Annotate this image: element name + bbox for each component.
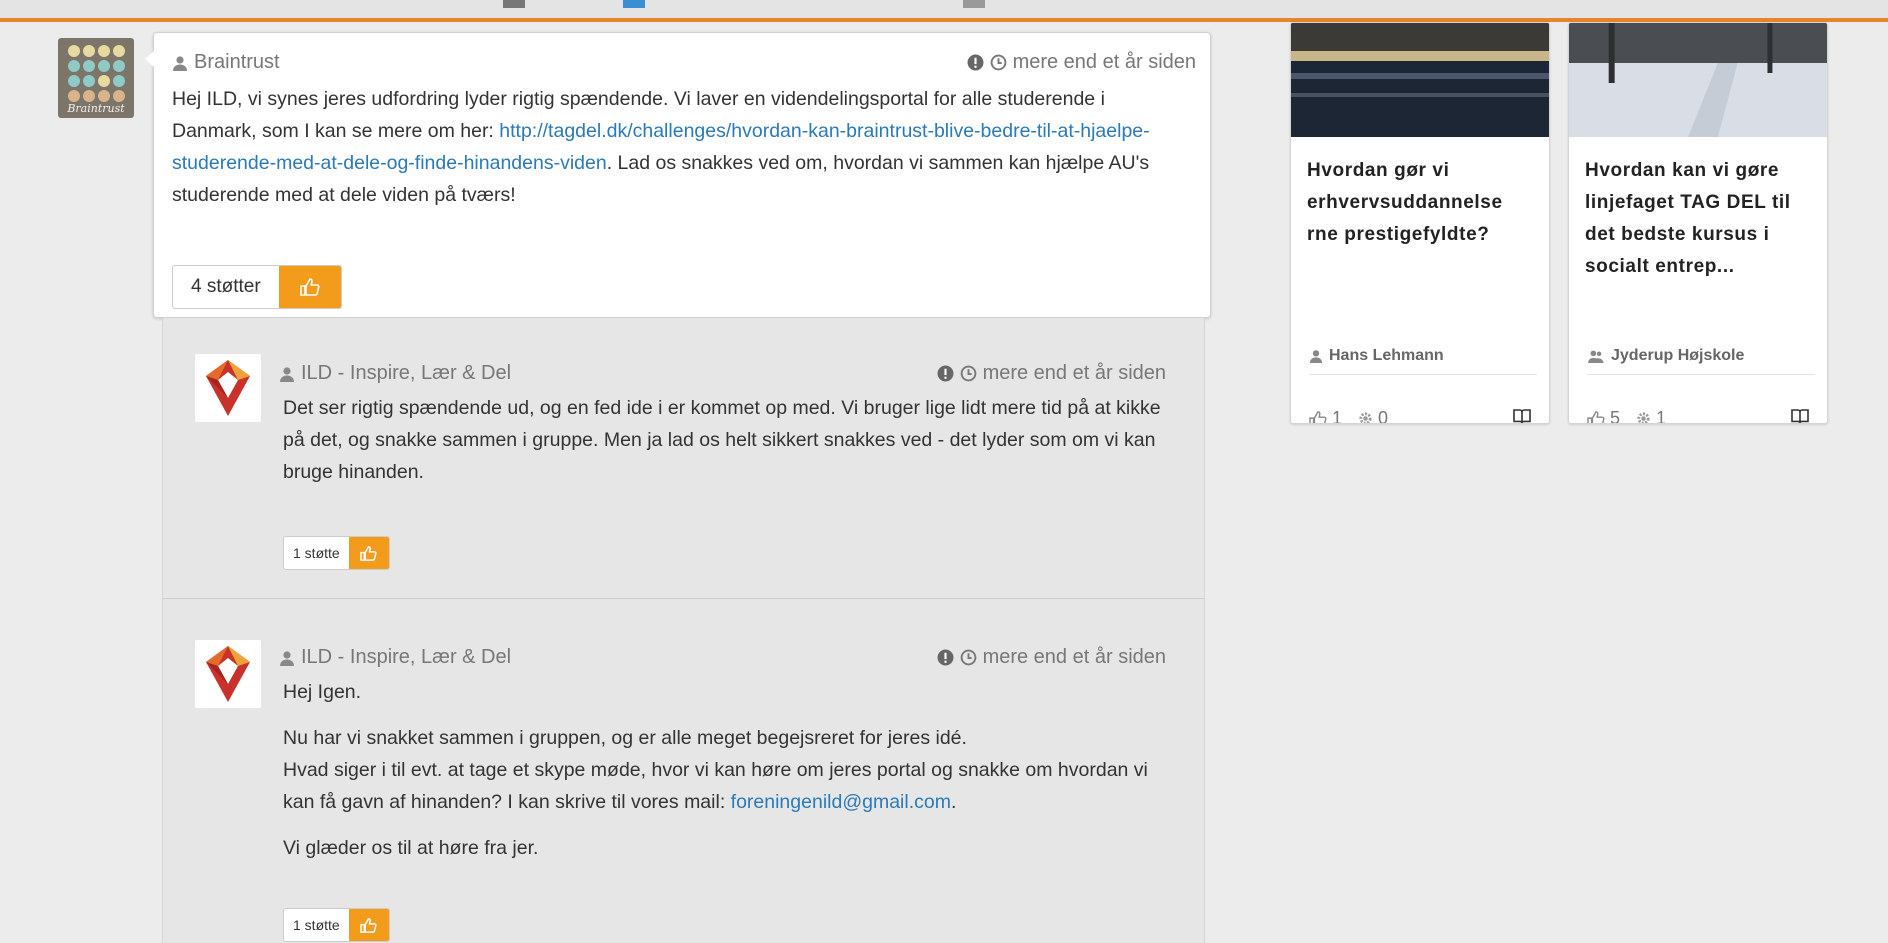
challenge-photo[interactable] [1569, 23, 1827, 137]
comment-meta: Braintrust mere end et år siden [172, 51, 1196, 74]
challenge-photo[interactable] [1291, 23, 1549, 137]
challenge-card[interactable]: Hvordan gør vi erhvervsuddannelse rne pr… [1290, 22, 1550, 424]
main-comment-card: Braintrust mere end et år siden Hej ILD,… [145, 32, 1211, 318]
reply-body: Nu har vi snakket sammen i gruppen, og e… [283, 722, 1173, 818]
avatar-text: Braintrust [67, 102, 125, 115]
thumbs-up-icon [360, 917, 377, 933]
challenge-author-row: Jyderup Højskole [1587, 345, 1815, 375]
comments-stat: 0 [1358, 408, 1389, 424]
book-icon[interactable] [1513, 408, 1531, 423]
thumbs-up-icon [299, 278, 320, 296]
clock-icon [960, 365, 977, 382]
comment-author[interactable]: Braintrust [194, 51, 280, 74]
browser-top-bar [0, 0, 1888, 22]
support-count: 4 støtter [191, 276, 261, 297]
avatar-ild[interactable] [195, 640, 261, 708]
support-count: 1 støtte [293, 917, 340, 933]
gear-icon [1359, 412, 1372, 423]
email-link[interactable]: foreningenild@gmail.com [731, 791, 951, 813]
reply-line: Nu har vi snakket sammen i gruppen, og e… [283, 727, 967, 749]
comment-body: Hej ILD, vi synes jeres udfordring lyder… [172, 83, 1192, 211]
challenge-author[interactable]: Jyderup Højskole [1611, 347, 1744, 365]
reply-author[interactable]: ILD - Inspire, Lær & Del [301, 646, 511, 669]
comment-time: mere end et år siden [1012, 51, 1196, 73]
support-count: 1 støtte [293, 545, 340, 561]
reply-meta: ILD - Inspire, Lær & Del mere end et år … [279, 362, 1166, 385]
challenge-stats: 5 1 [1587, 408, 1809, 424]
challenge-card[interactable]: Hvordan kan vi gøre linjefaget TAG DEL t… [1568, 22, 1828, 424]
toolbar-mark [503, 0, 525, 8]
alert-icon[interactable] [937, 649, 954, 666]
ild-logo-icon [206, 646, 250, 702]
avatar-dots [64, 45, 128, 102]
thumbs-up-icon [360, 545, 377, 561]
reply-time: mere end et år siden [982, 646, 1166, 668]
reply-body: Det ser rigtig spændende ud, og en fed i… [283, 397, 1161, 483]
toolbar-mark [623, 0, 645, 8]
user-icon [279, 650, 295, 666]
support-button[interactable] [278, 266, 341, 308]
reply-text: . [950, 791, 957, 813]
user-icon [279, 366, 295, 382]
comments-count: 1 [1656, 408, 1667, 424]
challenge-stats: 1 0 [1309, 408, 1531, 424]
support-widget: 4 støtter [172, 265, 342, 309]
user-icon [172, 55, 188, 71]
gear-icon [1637, 412, 1650, 423]
likes-stat: 5 [1587, 408, 1621, 424]
ild-logo-icon [206, 360, 250, 416]
group-icon [1588, 350, 1604, 363]
avatar-ild[interactable] [195, 354, 261, 422]
likes-stat: 1 [1309, 408, 1343, 424]
alert-icon[interactable] [967, 54, 984, 71]
reply-divider [163, 598, 1204, 599]
thumbs-up-icon [1309, 410, 1327, 423]
book-icon[interactable] [1791, 408, 1809, 423]
likes-count: 1 [1332, 408, 1343, 424]
support-widget: 1 støtte [283, 536, 390, 570]
thumbs-up-icon [1587, 410, 1605, 423]
challenge-author[interactable]: Hans Lehmann [1329, 347, 1444, 365]
user-icon [1309, 349, 1323, 363]
reply-meta: ILD - Inspire, Lær & Del mere end et år … [279, 646, 1166, 669]
challenge-author-row: Hans Lehmann [1309, 345, 1537, 375]
reply-line: Hvad siger i til evt. at tage et skype m… [283, 754, 1173, 818]
alert-icon[interactable] [937, 365, 954, 382]
clock-icon [990, 54, 1007, 71]
reply-time: mere end et år siden [982, 362, 1166, 384]
likes-count: 5 [1610, 408, 1621, 424]
support-widget: 1 støtte [283, 908, 390, 942]
support-button[interactable] [348, 909, 389, 941]
replies-thread: ILD - Inspire, Lær & Del mere end et år … [162, 318, 1205, 943]
avatar-braintrust[interactable]: Braintrust [58, 38, 134, 118]
support-button[interactable] [348, 537, 389, 569]
comments-count: 0 [1378, 408, 1389, 424]
challenge-title[interactable]: Hvordan kan vi gøre linjefaget TAG DEL t… [1585, 155, 1815, 283]
toolbar-mark [963, 0, 985, 8]
clock-icon [960, 649, 977, 666]
challenge-title[interactable]: Hvordan gør vi erhvervsuddannelse rne pr… [1307, 155, 1537, 251]
reply-greeting: Hej Igen. [283, 681, 362, 703]
reply-text: Hvad siger i til evt. at tage et skype m… [283, 759, 1148, 813]
comments-stat: 1 [1636, 408, 1667, 424]
reply-closing: Vi glæder os til at høre fra jer. [283, 837, 539, 859]
reply-author[interactable]: ILD - Inspire, Lær & Del [301, 362, 511, 385]
